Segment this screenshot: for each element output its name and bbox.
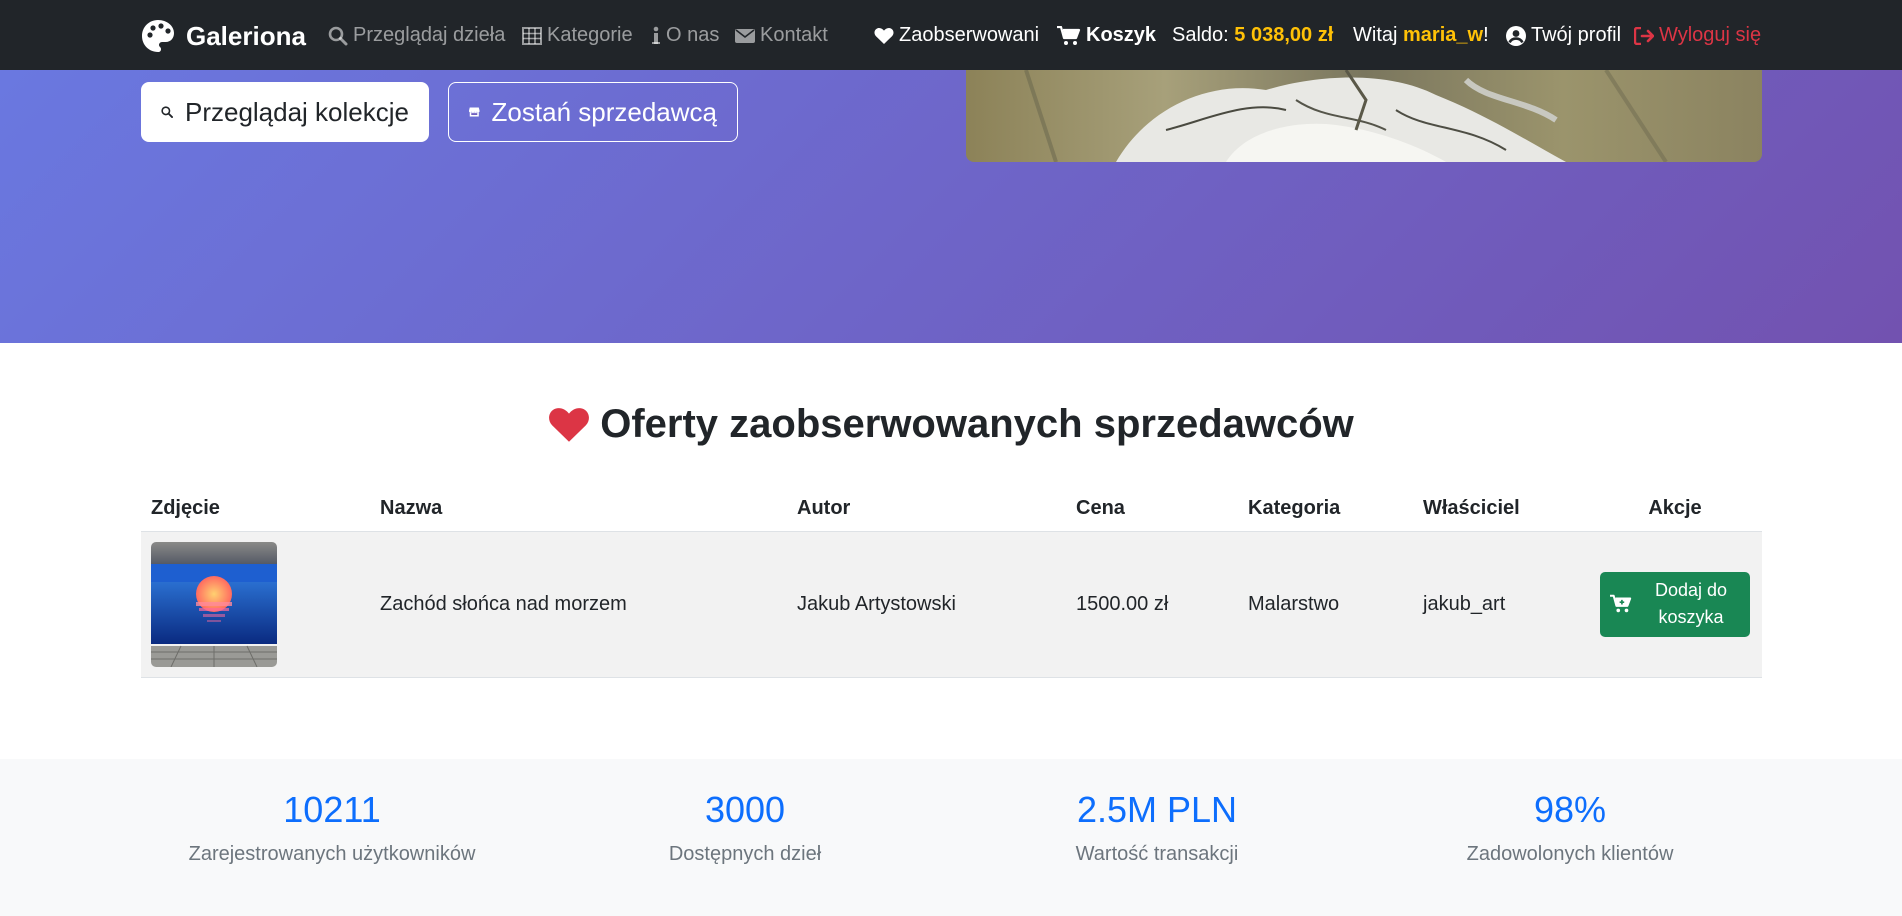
envelope-icon [735,28,755,43]
brand-link[interactable]: Galeriona [140,18,306,54]
cell-owner: jakub_art [1413,531,1588,678]
nav-profile[interactable]: Twój profil [1506,24,1621,47]
username: maria_w [1403,24,1484,46]
nav-about[interactable]: O nas [651,24,719,47]
cell-actions: Dodaj do koszyka [1588,531,1762,678]
cart-icon [1057,25,1081,45]
stat-satisfaction: 98% Zadowolonych klientów [1370,789,1770,866]
balance: Saldo: 5 038,00 zł [1172,24,1333,47]
search-icon [328,26,348,45]
nav-browse-label: Przeglądaj dzieła [353,24,506,46]
add-to-cart-label: Dodaj do koszyka [1654,580,1728,627]
browse-collections-button[interactable]: Przeglądaj kolekcje [141,82,429,142]
heart-icon [874,27,894,44]
store-icon [469,107,480,117]
nav-cart[interactable]: Koszyk [1057,24,1156,47]
cell-author: Jakub Artystowski [787,531,1066,678]
stats-section: 10211 Zarejestrowanych użytkowników 3000… [0,759,1902,916]
nav-followed[interactable]: Zaobserwowani [874,24,1039,47]
stat-label: Dostępnych dzieł [668,843,822,865]
col-header-name: Nazwa [370,487,787,532]
add-to-cart-button[interactable]: Dodaj do koszyka [1600,571,1750,637]
cell-photo [141,531,370,678]
artwork-thumbnail[interactable] [151,541,277,667]
cell-price: 1500.00 zł [1066,531,1238,678]
cart-plus-icon [1610,594,1632,613]
nav-browse[interactable]: Przeglądaj dzieła [328,24,505,47]
hero-artwork-image [966,70,1762,162]
greeting: Witaj maria_w! [1353,24,1489,47]
nav-cart-label: Koszyk [1086,24,1157,46]
table-icon [522,26,542,45]
nav-logout-label: Wyloguj się [1659,24,1762,46]
hero-banner: Przeglądaj kolekcje Zostań sprzedawcą [0,70,1902,343]
heart-icon [549,407,590,442]
stat-label: Wartość transakcji [1075,843,1239,865]
offers-title: Oferty zaobserwowanych sprzedawców [0,402,1902,447]
logout-icon [1634,26,1654,45]
nav-about-label: O nas [666,24,720,46]
cell-name: Zachód słońca nad morzem [370,531,787,678]
stat-value: 3000 [704,789,786,830]
cell-category: Malarstwo [1238,531,1413,678]
nav-logout[interactable]: Wyloguj się [1634,24,1761,47]
nav-contact-label: Kontakt [760,24,828,46]
stat-value: 2.5M PLN [1076,789,1238,830]
nav-categories-label: Kategorie [547,24,633,46]
stat-label: Zadowolonych klientów [1466,843,1674,865]
nav-categories[interactable]: Kategorie [522,24,633,47]
navbar: Galeriona Przeglądaj dzieła Kategorie O … [0,0,1902,70]
greeting-suffix: ! [1483,24,1489,46]
nav-profile-label: Twój profil [1531,24,1622,46]
balance-label: Saldo: [1172,24,1229,46]
info-icon [652,26,660,44]
offers-title-text: Oferty zaobserwowanych sprzedawców [600,402,1354,446]
table-header-row: Zdjęcie Nazwa Autor Cena Kategoria Właśc… [141,487,1762,532]
stat-users: 10211 Zarejestrowanych użytkowników [132,789,532,866]
become-seller-label: Zostań sprzedawcą [491,96,717,127]
search-icon [161,106,173,118]
brand-name: Galeriona [186,20,306,51]
greeting-prefix: Witaj [1353,24,1398,46]
balance-value: 5 038,00 zł [1234,24,1334,46]
palette-icon [142,20,174,52]
col-header-price: Cena [1066,487,1238,532]
col-header-category: Kategoria [1238,487,1413,532]
stat-value: 10211 [283,789,381,830]
col-header-actions: Akcje [1588,487,1762,532]
offers-table: Zdjęcie Nazwa Autor Cena Kategoria Właśc… [141,487,1762,678]
nav-contact[interactable]: Kontakt [735,24,828,47]
col-header-photo: Zdjęcie [141,487,370,532]
user-circle-icon [1506,25,1526,46]
table-row: Zachód słońca nad morzem Jakub Artystows… [141,531,1762,678]
col-header-owner: Właściciel [1413,487,1588,532]
col-header-author: Autor [787,487,1066,532]
stat-artworks: 3000 Dostępnych dzieł [545,789,945,866]
nav-followed-label: Zaobserwowani [899,24,1040,46]
stat-value: 98% [1533,789,1607,830]
stat-label: Zarejestrowanych użytkowników [188,843,476,865]
become-seller-button[interactable]: Zostań sprzedawcą [448,82,738,142]
browse-collections-label: Przeglądaj kolekcje [184,96,409,127]
stat-transactions: 2.5M PLN Wartość transakcji [957,789,1357,866]
